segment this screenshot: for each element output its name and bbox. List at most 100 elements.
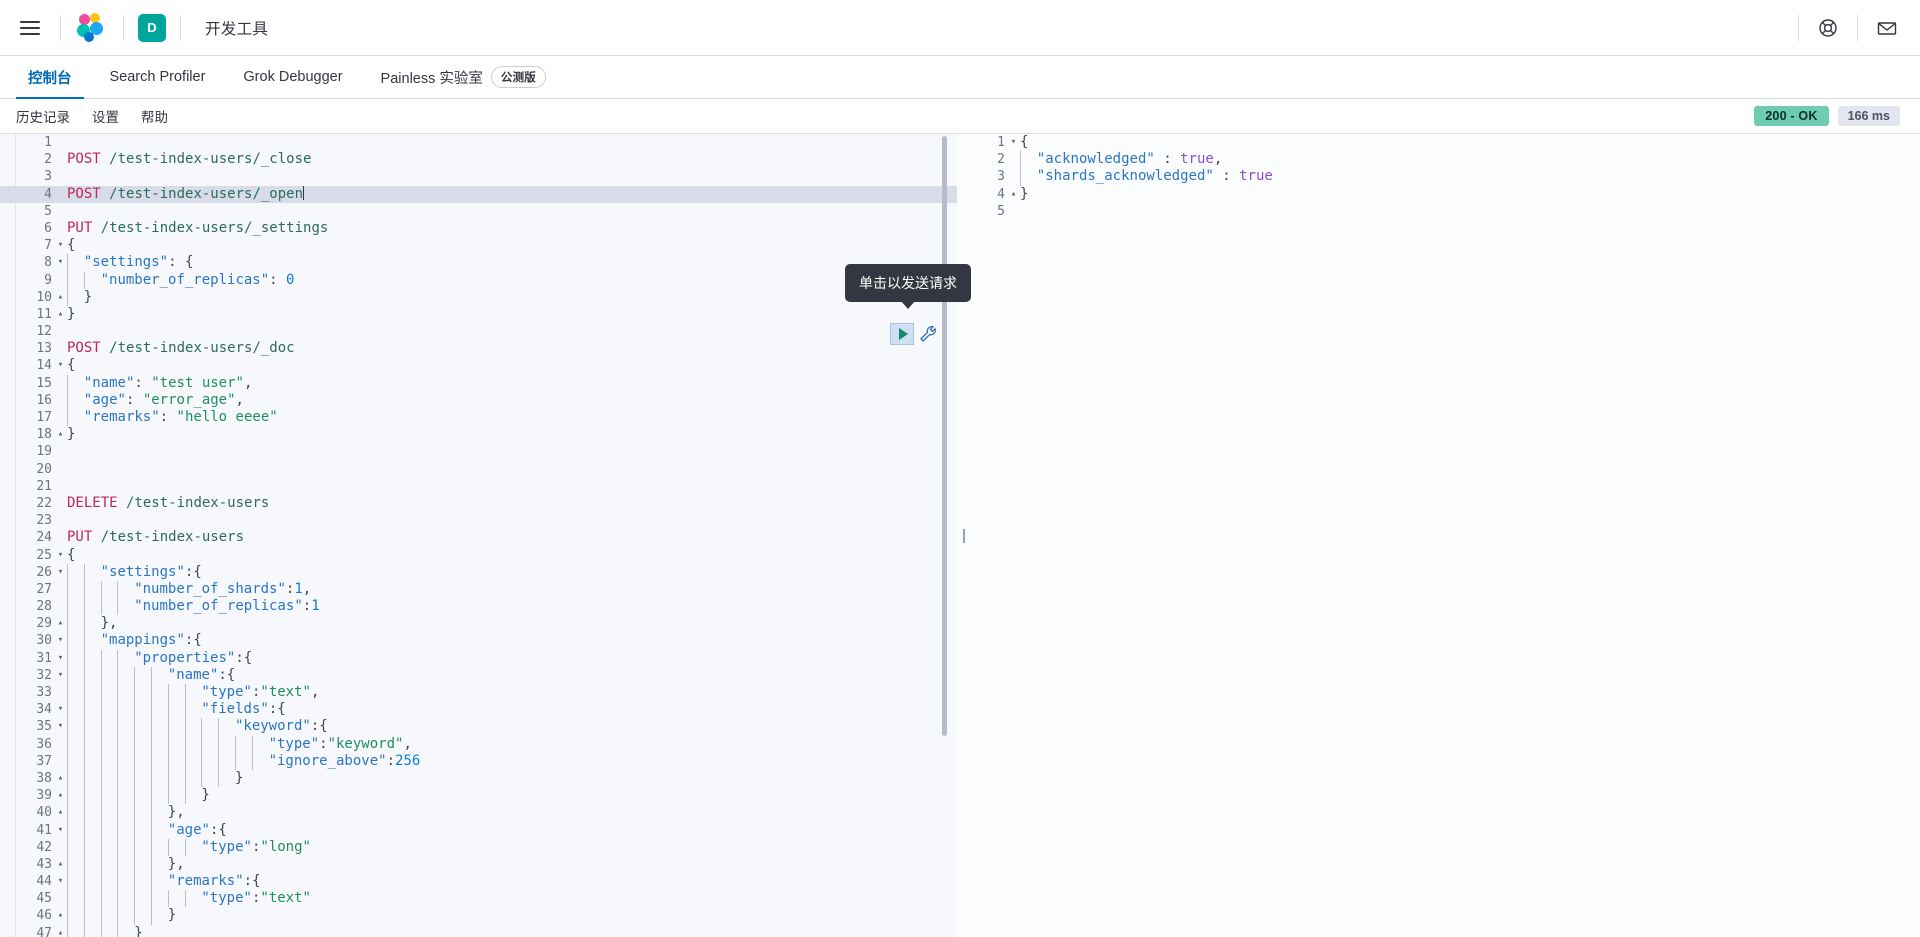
- code-line[interactable]: 14 ▾{: [0, 357, 957, 374]
- code-line[interactable]: 29 ▴},: [0, 615, 957, 633]
- code-line[interactable]: 3: [0, 168, 957, 185]
- wrench-settings-icon[interactable]: [918, 324, 938, 344]
- code-line[interactable]: 24 PUT /test-index-users: [0, 529, 957, 546]
- line-number: 1 ▾: [997, 135, 1017, 150]
- code-line[interactable]: 45 "type":"text": [0, 890, 957, 908]
- settings-button[interactable]: 设置: [92, 106, 119, 126]
- tab-search-profiler[interactable]: Search Profiler: [98, 57, 218, 99]
- code-line[interactable]: 39 ▴}: [0, 787, 957, 805]
- code-line[interactable]: 9 "number_of_replicas": 0: [0, 271, 957, 289]
- code-line[interactable]: 28 "number_of_replicas":1: [0, 598, 957, 616]
- code-line[interactable]: 30 ▾ "mappings":{: [0, 632, 957, 650]
- history-button[interactable]: 历史记录: [16, 106, 70, 126]
- code-line[interactable]: 4 ▴}: [971, 186, 1920, 203]
- code-line[interactable]: 25 ▾{: [0, 547, 957, 564]
- line-number: 34 ▾: [36, 702, 64, 718]
- code-line[interactable]: 22 DELETE /test-index-users: [0, 495, 957, 512]
- line-content: "ignore_above":256: [56, 752, 420, 770]
- code-line[interactable]: 21: [0, 478, 957, 495]
- line-content: "type":"long": [56, 838, 311, 856]
- help-lifebuoy-icon[interactable]: [1809, 9, 1847, 47]
- line-number: 10 ▴: [36, 289, 64, 305]
- global-header: D 开发工具: [0, 0, 1920, 56]
- code-line[interactable]: 34 ▾ "fields":{: [0, 701, 957, 719]
- code-line[interactable]: 47 ▴}: [0, 924, 957, 937]
- pane-resizer[interactable]: [957, 133, 971, 937]
- code-line[interactable]: 10 ▴}: [0, 288, 957, 306]
- code-line[interactable]: 12: [0, 323, 957, 340]
- line-content: "acknowledged" : true,: [1009, 151, 1222, 169]
- code-line[interactable]: 13 POST /test-index-users/_doc: [0, 340, 957, 357]
- code-line[interactable]: 18 ▴}: [0, 426, 957, 443]
- line-number: 42: [36, 839, 52, 855]
- line-content: "mappings":{: [56, 632, 202, 650]
- line-number: 32 ▾: [36, 667, 64, 683]
- line-number: 47 ▴: [36, 925, 64, 937]
- code-line[interactable]: 41 ▾ "age":{: [0, 821, 957, 839]
- line-content: },: [56, 804, 185, 822]
- code-line[interactable]: 16 "age": "error_age",: [0, 391, 957, 409]
- code-line[interactable]: 36 "type":"keyword",: [0, 735, 957, 753]
- line-content: [56, 168, 67, 185]
- code-line[interactable]: 6 PUT /test-index-users/_settings: [0, 220, 957, 237]
- code-line[interactable]: 4 POST /test-index-users/_open: [0, 185, 957, 203]
- code-line[interactable]: 42 "type":"long": [0, 838, 957, 856]
- tab-painless-lab[interactable]: Painless 实验室 公测版: [369, 57, 558, 99]
- code-line[interactable]: 7 ▾{: [0, 237, 957, 254]
- code-line[interactable]: 26 ▾ "settings":{: [0, 563, 957, 581]
- help-button[interactable]: 帮助: [141, 106, 168, 126]
- code-line[interactable]: 23: [0, 512, 957, 529]
- beta-badge: 公测版: [490, 66, 546, 88]
- code-line[interactable]: 20: [0, 461, 957, 478]
- tab-console[interactable]: 控制台: [16, 57, 84, 99]
- code-line[interactable]: 19: [0, 443, 957, 460]
- code-line[interactable]: 32 ▾ "name":{: [0, 666, 957, 684]
- line-content: {: [67, 357, 76, 374]
- code-line[interactable]: 46 ▴}: [0, 907, 957, 925]
- space-avatar[interactable]: D: [138, 13, 166, 42]
- request-editor[interactable]: 1 2 POST /test-index-users/_close 3 4 POST /t…: [0, 134, 957, 937]
- line-number: 2: [997, 152, 1005, 168]
- line-content: {: [67, 546, 76, 563]
- code-line[interactable]: 1 ▾{: [971, 134, 1920, 151]
- line-number: 36: [36, 736, 52, 752]
- line-content: [56, 443, 67, 460]
- request-editor-pane[interactable]: 1 2 POST /test-index-users/_close 3 4 POST /t…: [0, 133, 957, 937]
- line-content: [56, 461, 67, 478]
- envelope-icon[interactable]: [1868, 9, 1906, 47]
- send-request-tooltip: 单击以发送请求: [845, 264, 971, 309]
- code-line[interactable]: 17 "remarks": "hello eeee": [0, 409, 957, 427]
- code-line[interactable]: 33 "type":"text",: [0, 684, 957, 702]
- code-line[interactable]: 2 POST /test-index-users/_close: [0, 151, 957, 168]
- code-line[interactable]: 35 ▾ "keyword":{: [0, 718, 957, 736]
- line-number: 39 ▴: [36, 788, 64, 804]
- line-content: }: [56, 787, 210, 805]
- code-line[interactable]: 27 "number_of_shards":1,: [0, 580, 957, 599]
- line-content: }: [1020, 185, 1029, 202]
- code-line[interactable]: 5: [0, 203, 957, 220]
- code-line[interactable]: 31 ▾ "properties":{: [0, 649, 957, 667]
- code-line[interactable]: 5: [971, 203, 1920, 220]
- line-number: 3: [997, 169, 1005, 185]
- console-split: 1 2 POST /test-index-users/_close 3 4 POST /t…: [0, 133, 1920, 937]
- play-request-icon[interactable]: [890, 323, 914, 345]
- code-line[interactable]: 15 "name": "test user",: [0, 374, 957, 392]
- request-scrollbar-thumb[interactable]: [942, 136, 947, 736]
- code-line[interactable]: 44 ▾ "remarks":{: [0, 873, 957, 891]
- code-line[interactable]: 37 "ignore_above":256: [0, 752, 957, 770]
- code-line[interactable]: 40 ▴},: [0, 804, 957, 822]
- tab-grok-debugger[interactable]: Grok Debugger: [231, 57, 354, 99]
- code-line[interactable]: 2 "acknowledged" : true,: [971, 151, 1920, 169]
- code-line[interactable]: 11 ▴}: [0, 306, 957, 323]
- line-content: }: [56, 288, 92, 306]
- code-line[interactable]: 3 "shards_acknowledged" : true: [971, 168, 1920, 186]
- elastic-logo-icon[interactable]: [77, 12, 107, 43]
- response-editor-pane[interactable]: 1 ▾{2 "acknowledged" : true, 3 "shards_ackno…: [971, 133, 1920, 937]
- code-line[interactable]: 8 ▾ "settings": {: [0, 254, 957, 272]
- code-line[interactable]: 1: [0, 134, 957, 151]
- code-line[interactable]: 43 ▴},: [0, 855, 957, 874]
- line-content: [56, 134, 67, 151]
- code-line[interactable]: 38 ▴}: [0, 769, 957, 788]
- line-content: DELETE /test-index-users: [67, 494, 270, 511]
- hamburger-icon[interactable]: [10, 8, 50, 48]
